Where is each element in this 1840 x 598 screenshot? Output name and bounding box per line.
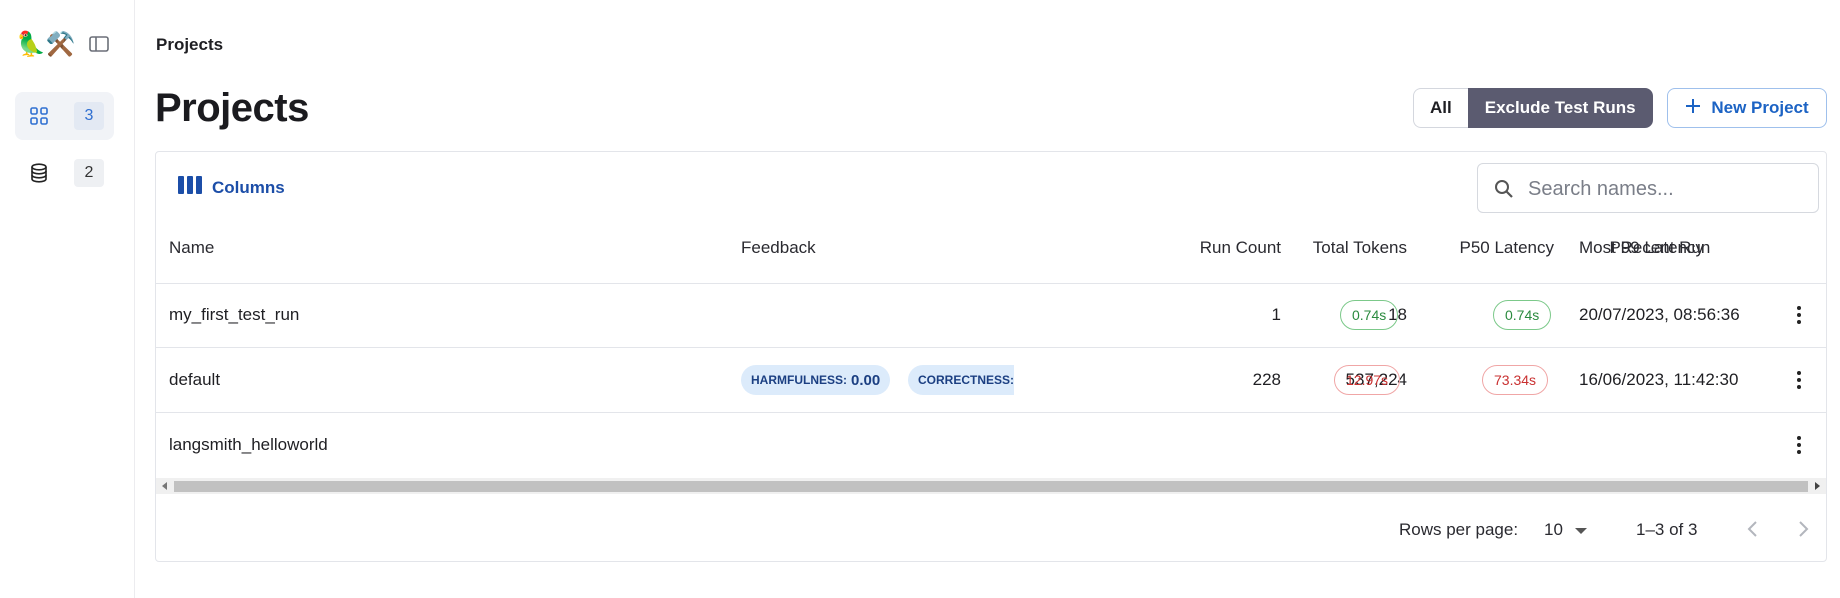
project-name[interactable]: my_first_test_run — [169, 305, 299, 325]
rows-per-page-select[interactable]: 10 — [1544, 520, 1587, 540]
database-icon — [27, 161, 51, 185]
plus-icon — [1685, 98, 1701, 119]
grid-icon — [27, 104, 51, 128]
divider — [156, 347, 1826, 348]
project-name[interactable]: langsmith_helloworld — [169, 435, 328, 455]
pagination-range: 1–3 of 3 — [1636, 520, 1698, 539]
feedback-key: HARMFULNESS: — [751, 373, 847, 387]
project-name[interactable]: default — [169, 370, 220, 390]
sidebar-item-projects[interactable]: 3 — [15, 92, 114, 140]
most-recent-run: 16/06/2023, 11:42:30 — [1579, 370, 1739, 389]
columns-label: Columns — [212, 177, 285, 197]
column-header-most-recent-run[interactable]: Most Recent Run — [1579, 238, 1710, 258]
rows-per-page-value: 10 — [1544, 520, 1563, 539]
columns-icon — [178, 176, 202, 199]
most-recent-run: 20/07/2023, 08:56:36 — [1579, 305, 1740, 324]
p99-latency-badge: 0.74s — [1493, 300, 1552, 330]
sidebar: 🦜⚒️ 3 2 — [0, 0, 135, 598]
previous-page-icon[interactable] — [1746, 518, 1760, 545]
feedback-chip-correctness[interactable]: CORRECTNESS: — [908, 365, 1014, 395]
sidebar-item-count: 2 — [74, 159, 104, 187]
divider — [156, 283, 1826, 284]
more-options-icon[interactable] — [1789, 434, 1809, 458]
caret-down-icon — [1574, 520, 1587, 540]
scrollbar-thumb[interactable] — [174, 481, 1808, 492]
p99-latency-badge: 73.34s — [1482, 365, 1549, 395]
feedback-value: 0.00 — [851, 371, 881, 389]
new-project-label: New Project — [1711, 98, 1809, 117]
rows-per-page-label: Rows per page: — [1399, 520, 1519, 539]
columns-button[interactable]: Columns — [178, 176, 285, 199]
search-input[interactable] — [1528, 174, 1808, 204]
scroll-right-arrow-icon[interactable] — [1815, 482, 1820, 490]
feedback-key: CORRECTNESS: — [918, 373, 1014, 387]
filter-all-button[interactable]: All — [1413, 88, 1468, 128]
app-logo[interactable]: 🦜⚒️ — [16, 30, 76, 60]
feedback-chip-harmfulness[interactable]: HARMFULNESS: 0.00 — [741, 365, 891, 395]
divider — [156, 412, 1826, 413]
column-header-name[interactable]: Name — [169, 238, 214, 258]
p50-latency-badge: 12.97s — [1334, 365, 1401, 395]
sidebar-toggle-icon[interactable] — [88, 33, 110, 55]
more-options-icon[interactable] — [1789, 304, 1809, 328]
p50-latency-badge: 0.74s — [1340, 300, 1399, 330]
column-header-feedback[interactable]: Feedback — [741, 238, 816, 258]
next-page-icon[interactable] — [1796, 518, 1810, 545]
horizontal-scrollbar[interactable] — [156, 478, 1826, 494]
scroll-left-arrow-icon[interactable] — [162, 482, 167, 490]
page-title: Projects — [155, 86, 309, 130]
projects-table-panel: Columns Name Feedback Run Count Total To… — [155, 151, 1827, 562]
sidebar-item-datasets[interactable]: 2 — [15, 149, 114, 197]
sidebar-item-count: 3 — [74, 102, 104, 130]
new-project-button[interactable]: New Project — [1667, 88, 1827, 128]
more-options-icon[interactable] — [1789, 369, 1809, 393]
search-box[interactable] — [1477, 163, 1819, 213]
breadcrumb[interactable]: Projects — [156, 35, 223, 55]
filter-exclude-test-runs-button[interactable]: Exclude Test Runs — [1467, 88, 1653, 128]
test-run-filter: All Exclude Test Runs — [1413, 88, 1653, 128]
